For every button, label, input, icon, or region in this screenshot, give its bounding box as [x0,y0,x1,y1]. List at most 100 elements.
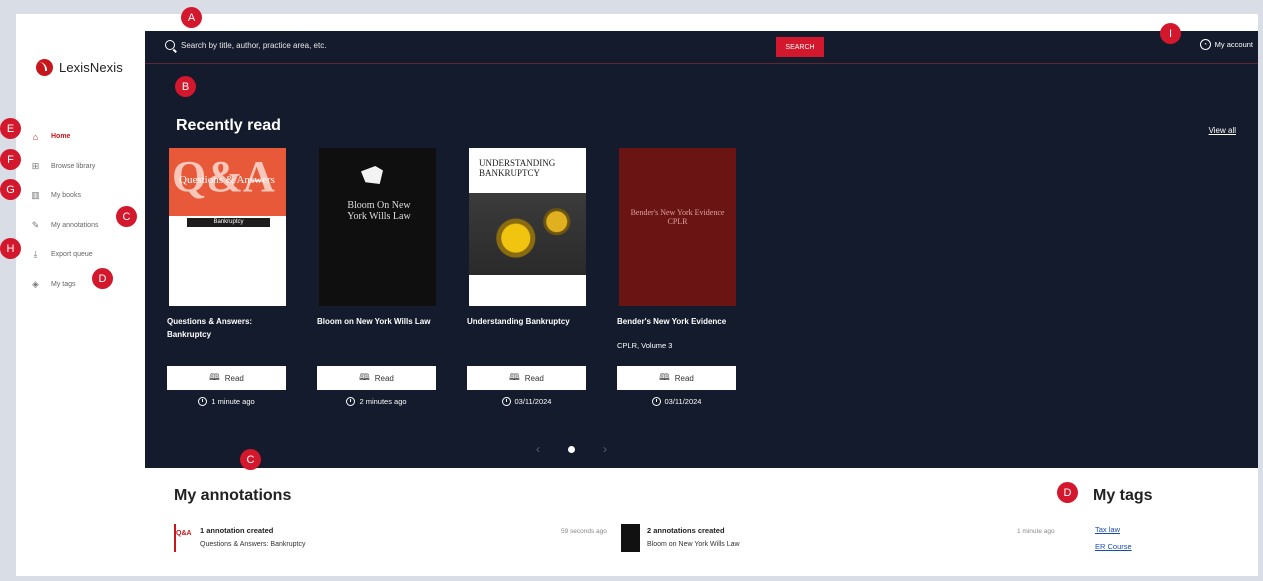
search-button[interactable]: SEARCH [776,37,824,57]
sidebar-nav: ⌂ Home ⊞ Browse library ▥ My books ✎ My … [30,122,98,299]
books-icon: ▥ [31,190,40,201]
my-account-button[interactable]: ◔ My account [1199,39,1253,50]
logo-text: LexisNexis [59,60,123,75]
clock-icon [198,397,208,406]
gears-image [469,193,586,275]
user-icon: ◔ [1199,39,1211,50]
read-label: Read [224,373,244,383]
sidebar-item-label: My books [51,192,81,200]
chevron-left-icon[interactable]: ‹ [536,442,540,456]
time-text: 2 minutes ago [359,397,407,406]
logo[interactable]: LexisNexis [36,59,123,76]
chevron-right-icon[interactable]: › [603,442,607,456]
library-icon: ⊞ [31,160,40,171]
search-icon [165,40,175,50]
marker-c-annotations: C [240,449,261,470]
view-all-link[interactable]: View all [1209,126,1236,135]
book-title[interactable]: Bloom on New York Wills Law [317,315,437,328]
last-read-time: 03/11/2024 [617,397,736,406]
open-book-icon: 🕮 [509,372,520,382]
read-button[interactable]: 🕮 Read [617,366,736,390]
marker-c-nav: C [116,206,137,227]
new-york-state-shape [361,166,383,184]
tag-link[interactable]: ER Course [1095,542,1132,551]
sidebar-item-my-books[interactable]: ▥ My books [30,181,98,211]
read-label: Read [674,373,694,383]
sidebar: LexisNexis ⌂ Home ⊞ Browse library ▥ My … [16,14,145,576]
annotation-item[interactable]: 2 annotations created Bloom on New York … [621,524,740,552]
sidebar-item-label: My tags [51,280,76,288]
book-cover[interactable]: Bloom On New York Wills Law [319,148,436,306]
marker-d-tags: D [1057,482,1078,503]
sidebar-item-browse-library[interactable]: ⊞ Browse library [30,152,98,182]
sidebar-item-home[interactable]: ⌂ Home [30,122,98,152]
top-bar: SEARCH ◔ My account [145,31,1258,64]
clock-icon [501,397,511,406]
marker-d-nav: D [92,268,113,289]
read-button[interactable]: 🕮 Read [467,366,586,390]
read-label: Read [524,373,544,383]
marker-f: F [0,149,21,170]
annotation-book: Bloom on New York Wills Law [647,541,740,548]
last-read-time: 2 minutes ago [317,397,436,406]
cover-text: UNDERSTANDING BANKRUPTCY [479,158,556,178]
annotation-title: 1 annotation created [200,526,274,535]
sidebar-item-my-tags[interactable]: ◈ My tags [30,270,98,300]
book-subtitle: CPLR, Volume 3 [617,341,673,350]
tag-link[interactable]: Tax law [1095,525,1120,534]
time-text: 03/11/2024 [514,397,552,406]
read-button[interactable]: 🕮 Read [167,366,286,390]
search-input[interactable] [181,37,541,53]
download-icon: ⤓ [33,249,38,260]
pencil-icon: ✎ [31,219,40,230]
book-title[interactable]: Questions & Answers: Bankruptcy [167,315,287,341]
main-panel: SEARCH ◔ My account Recently read View a… [145,31,1258,468]
cover-text: Bankruptcy [187,218,270,227]
annotation-item[interactable]: Q&A 1 annotation created Questions & Ans… [174,524,305,552]
marker-e: E [0,118,21,139]
my-tags-title: My tags [1093,487,1153,504]
annotation-book: Questions & Answers: Bankruptcy [200,541,306,548]
sidebar-item-export-queue[interactable]: ⤓ Export queue [30,240,98,270]
clock-icon [651,397,661,406]
recently-read-title: Recently read [176,117,281,134]
home-icon: ⌂ [32,131,39,142]
book-cover[interactable]: Q&A Questions & Answers Bankruptcy [169,148,286,306]
time-text: 1 minute ago [211,397,255,406]
my-account-label: My account [1214,40,1253,49]
open-book-icon: 🕮 [359,372,370,382]
marker-g: G [0,179,21,200]
annotation-time: 59 seconds ago [561,528,607,535]
bottom-panel: My annotations Q&A 1 annotation created … [145,468,1258,576]
cover-text: Bloom On New York Wills Law [347,200,411,222]
read-button[interactable]: 🕮 Read [317,366,436,390]
tag-icon: ◈ [32,278,39,289]
carousel-dot[interactable] [568,445,575,453]
sidebar-item-label: Browse library [51,162,96,170]
book-title[interactable]: Understanding Bankruptcy [467,315,587,328]
read-label: Read [374,373,394,383]
marker-b: B [175,76,196,97]
book-cover[interactable]: Bender's New York Evidence CPLR [619,148,736,306]
open-book-icon: 🕮 [659,372,670,382]
book-title[interactable]: Bender's New York Evidence [617,315,737,328]
my-annotations-title: My annotations [174,487,292,504]
last-read-time: 03/11/2024 [467,397,586,406]
marker-a: A [181,7,202,28]
sidebar-item-label: Export queue [51,251,93,259]
annotation-title: 2 annotations created [647,526,725,535]
cover-text: Bender's New York Evidence CPLR [630,208,725,226]
cover-text: Questions & Answers [179,174,275,186]
marker-h: H [0,238,21,259]
annotation-book-thumb [621,524,640,552]
open-book-icon: 🕮 [209,372,220,382]
sidebar-item-label: Home [51,133,71,141]
time-text: 03/11/2024 [664,397,702,406]
sidebar-item-label: My annotations [51,221,99,229]
annotation-book-thumb: Q&A [174,524,193,552]
lexisnexis-logo-icon [36,59,53,76]
sidebar-item-my-annotations[interactable]: ✎ My annotations [30,211,99,241]
carousel-controls: ‹ › [536,442,607,456]
book-cover[interactable]: UNDERSTANDING BANKRUPTCY [469,148,586,306]
annotation-time: 1 minute ago [1017,528,1055,535]
